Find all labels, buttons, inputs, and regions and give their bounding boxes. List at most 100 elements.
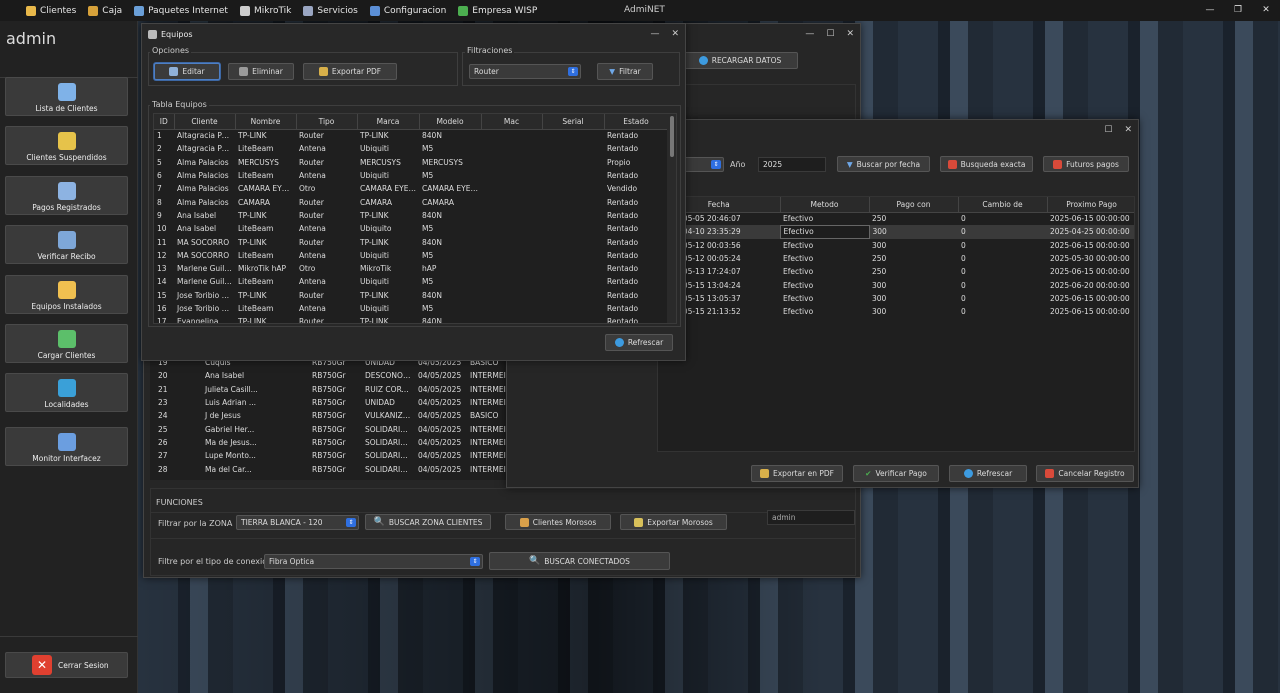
table-row[interactable]: 2025-05-05 20:46:07 Efectivo 250 0 2025-06-1… xyxy=(658,212,1134,225)
future-payments-button[interactable]: Futuros pagos xyxy=(1043,156,1129,172)
search-connected-button[interactable]: 🔍 BUSCAR CONECTADOS xyxy=(489,552,670,570)
sidebar-item-lista-de-clientes[interactable]: Lista de Clientes xyxy=(5,77,128,116)
minimize-icon[interactable]: — xyxy=(1196,0,1224,21)
column-header[interactable]: Marca xyxy=(357,114,420,130)
table-row[interactable]: 14 Marlene Guillen LiteBeam Antena Ubiquiti M… xyxy=(154,275,668,288)
column-header[interactable]: Metodo xyxy=(780,197,870,213)
menu-item-empresa-wisp[interactable]: Empresa WISP xyxy=(458,5,537,16)
table-row[interactable]: 8 Alma Palacios CAMARA Router CAMARA CAMARA Re… xyxy=(154,195,668,208)
clients-morosos-button[interactable]: Clientes Morosos xyxy=(505,514,611,530)
table-row[interactable]: 11 MA SOCORRO TP-LINK Router TP-LINK 840N Rent… xyxy=(154,235,668,248)
filter-button[interactable]: ▼ Filtrar xyxy=(597,63,653,80)
logout-button[interactable]: ✕ Cerrar Sesion xyxy=(5,652,128,678)
close-icon[interactable]: ✕ xyxy=(1252,0,1280,21)
maximize-icon[interactable]: ☐ xyxy=(826,29,834,39)
verify-payment-button[interactable]: ✔ Verificar Pago xyxy=(853,465,939,482)
column-header[interactable]: Serial xyxy=(542,114,605,130)
search-zone-button[interactable]: 🔍 BUSCAR ZONA CLIENTES xyxy=(365,514,491,530)
table-row[interactable]: 7 Alma Palacios CAMARA EYE-... Otro CAMARA E… xyxy=(154,182,668,195)
equipment-type-select[interactable]: Router ⇕ xyxy=(469,64,581,79)
table-row[interactable]: 13 Marlene Guillen MikroTik hAP Otro MikroTi… xyxy=(154,262,668,275)
search-by-date-button[interactable]: ▼ Buscar por fecha xyxy=(837,156,930,172)
edit-button[interactable]: Editar xyxy=(154,63,220,80)
connection-type-select[interactable]: Fibra Optica ⇕ xyxy=(264,554,483,569)
column-header[interactable]: Cliente xyxy=(174,114,236,130)
close-icon[interactable]: ✕ xyxy=(846,29,854,39)
table-row[interactable]: 10 Ana Isabel LiteBeam Antena Ubiquito M5 Rent… xyxy=(154,222,668,235)
sidebar-item-clientes-suspendidos[interactable]: Clientes Suspendidos xyxy=(5,126,128,165)
table-row[interactable]: 2 Altagracia Per... LiteBeam Antena Ubiquiti… xyxy=(154,142,668,155)
cancel-record-button[interactable]: Cancelar Registro xyxy=(1036,465,1134,482)
table-cell: TP-LINK xyxy=(360,237,389,247)
scrollbar-thumb[interactable] xyxy=(670,116,674,157)
minimize-icon[interactable]: — xyxy=(650,29,659,39)
maximize-icon[interactable]: ❐ xyxy=(1224,0,1252,21)
column-header[interactable]: Estado xyxy=(604,114,669,130)
table-row[interactable]: 27 Lupe Monto... RB750Gr SOLIDARIDAD 04/05/2… xyxy=(150,449,510,462)
table-row[interactable]: 23 Luis Adrian ... RB750Gr UNIDAD 04/05/2025… xyxy=(150,396,510,409)
export-morosos-button[interactable]: Exportar Morosos xyxy=(620,514,727,530)
close-icon[interactable]: ✕ xyxy=(1124,125,1132,135)
table-row[interactable]: 2025-05-15 21:13:52 Efectivo 300 0 2025-06-1… xyxy=(658,305,1134,318)
table-row[interactable]: 17 Evangelina Ca... TP-LINK Router TP-LINK 84… xyxy=(154,315,668,323)
column-header[interactable]: Nombre xyxy=(235,114,297,130)
sidebar-item-cargar-clientes[interactable]: Cargar Clientes xyxy=(5,324,128,363)
menu-item-paquetes-internet[interactable]: Paquetes Internet xyxy=(134,5,228,16)
table-row[interactable]: 5 Alma Palacios MERCUSYS Router MERCUSYS MERC… xyxy=(154,156,668,169)
column-header[interactable]: Pago con xyxy=(869,197,959,213)
table-cell: Efectivo xyxy=(783,254,814,264)
table-row[interactable]: 16 Jose Toribio G... LiteBeam Antena Ubiquit… xyxy=(154,302,668,315)
menu-item-caja[interactable]: Caja xyxy=(88,5,122,16)
year-input[interactable]: 2025 xyxy=(758,157,826,172)
column-header[interactable]: Modelo xyxy=(419,114,482,130)
export-pdf-button[interactable]: Exportar PDF xyxy=(303,63,397,80)
menu-item-mikrotik[interactable]: MikroTik xyxy=(239,5,291,16)
table-row[interactable]: 26 Ma de Jesus... RB750Gr SOLIDARIDAD 04/05/… xyxy=(150,436,510,449)
table-row[interactable]: 28 Ma del Car... RB750Gr SOLIDARIDAD 04/05/2… xyxy=(150,462,510,475)
delete-button[interactable]: Eliminar xyxy=(228,63,294,80)
table-row[interactable]: 2025-05-12 00:05:24 Efectivo 250 0 2025-05-3… xyxy=(658,252,1134,265)
table-row[interactable]: 20 Ana Isabel RB750Gr DESCONOC... 04/05/2025… xyxy=(150,369,510,382)
column-header[interactable]: Proximo Pago xyxy=(1047,197,1134,213)
minimize-icon[interactable]: — xyxy=(805,29,814,39)
column-header[interactable]: Mac xyxy=(481,114,543,130)
close-icon[interactable]: ✕ xyxy=(671,29,679,39)
table-row[interactable]: 12 MA SOCORRO LiteBeam Antena Ubiquiti M5 Rent… xyxy=(154,249,668,262)
table-row[interactable]: 25 Gabriel Her... RB750Gr SOLIDARID... 04/05… xyxy=(150,422,510,435)
table-row[interactable]: 24 J de Jesus RB750Gr VULKANIZA... 04/05/202… xyxy=(150,409,510,422)
column-header[interactable]: ID xyxy=(154,114,175,130)
exact-search-button[interactable]: Busqueda exacta xyxy=(940,156,1033,172)
table-row[interactable]: 2025-05-13 17:24:07 Efectivo 250 0 2025-06-1… xyxy=(658,265,1134,278)
refresh-button[interactable]: Refrescar xyxy=(605,334,673,351)
table-row[interactable]: 2025-04-10 23:35:29 Efectivo 300 0 2025-04-2… xyxy=(658,224,1134,240)
folder-icon xyxy=(26,5,36,16)
reload-data-button[interactable]: RECARGAR DATOS xyxy=(682,52,798,69)
table-cell: 25 xyxy=(158,424,168,434)
refresh-button[interactable]: Refrescar xyxy=(949,465,1027,482)
table-row[interactable]: 6 Alma Palacios LiteBeam Antena Ubiquiti M5 Re… xyxy=(154,169,668,182)
export-pdf-button[interactable]: Exportar en PDF xyxy=(751,465,843,482)
admin-field[interactable]: admin xyxy=(767,510,855,525)
column-header[interactable]: Tipo xyxy=(296,114,358,130)
zone-select[interactable]: TIERRA BLANCA - 120 ⇕ xyxy=(236,515,359,530)
maximize-icon[interactable]: ☐ xyxy=(1104,125,1112,135)
column-header[interactable]: Cambio de xyxy=(958,197,1048,213)
table-scrollbar[interactable] xyxy=(667,114,676,323)
table-row[interactable]: 2025-05-15 13:05:37 Efectivo 300 0 2025-06-1… xyxy=(658,292,1134,305)
table-cell: Altagracia Per... xyxy=(177,131,235,141)
table-row[interactable]: 2025-05-15 13:04:24 Efectivo 300 0 2025-06-2… xyxy=(658,278,1134,291)
sidebar-item-pagos-registrados[interactable]: Pagos Registrados xyxy=(5,176,128,215)
sidebar-item-monitor-interfacez[interactable]: Monitor Interfacez xyxy=(5,427,128,466)
menu-item-servicios[interactable]: Servicios xyxy=(303,5,358,16)
table-row[interactable]: 9 Ana Isabel TP-LINK Router TP-LINK 840N Renta… xyxy=(154,209,668,222)
sidebar-item-localidades[interactable]: Localidades xyxy=(5,373,128,412)
table-row[interactable]: 15 Jose Toribio G... TP-LINK Router TP-LINK 8… xyxy=(154,289,668,302)
table-row[interactable]: 1 Altagracia Per... TP-LINK Router TP-LINK 84… xyxy=(154,129,668,142)
table-row[interactable]: 21 Julieta Casill... RB750Gr RUIZ CORTI... 0… xyxy=(150,383,510,396)
menu-item-clientes[interactable]: Clientes xyxy=(26,5,76,16)
sidebar-item-equipos-instalados[interactable]: Equipos Instalados xyxy=(5,275,128,314)
sidebar-item-verificar-recibo[interactable]: Verificar Recibo xyxy=(5,225,128,264)
table-cell xyxy=(542,302,604,315)
table-row[interactable]: 2025-05-12 00:03:56 Efectivo 300 0 2025-06-1… xyxy=(658,239,1134,252)
menu-item-configuracion[interactable]: Configuracion xyxy=(369,5,446,16)
